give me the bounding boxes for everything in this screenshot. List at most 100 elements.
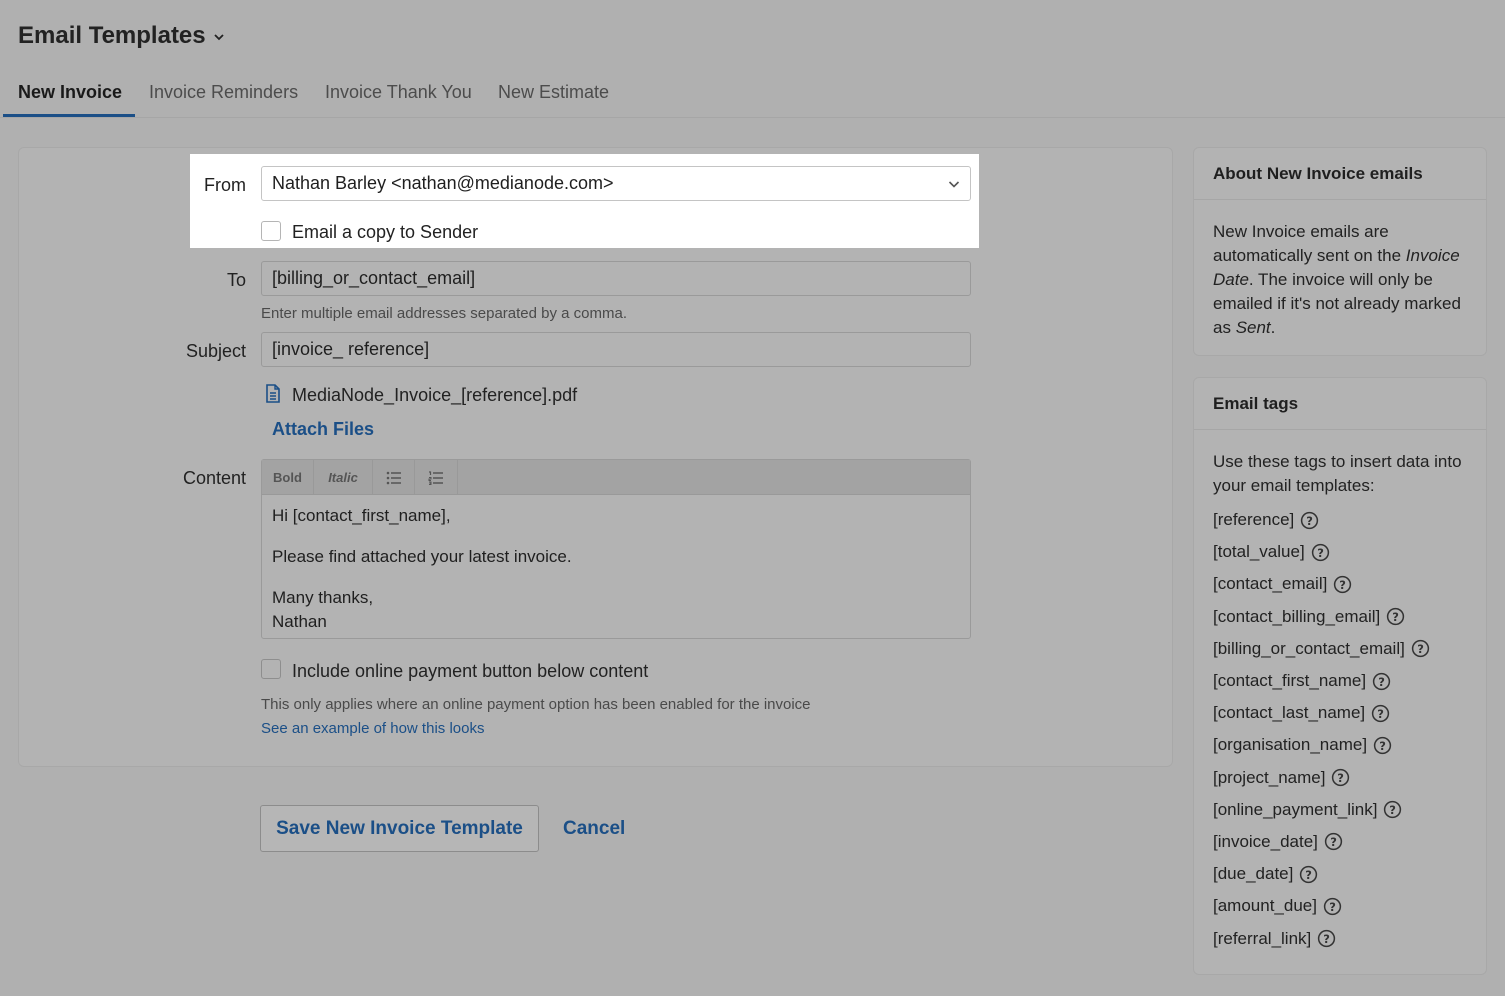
- tag-name: [organisation_name]: [1213, 735, 1368, 755]
- payment-button-checkbox[interactable]: [261, 659, 281, 679]
- payment-hint: This only applies where an online paymen…: [261, 696, 811, 713]
- tag-item[interactable]: [online_payment_link]?: [1213, 794, 1467, 826]
- tag-item[interactable]: [project_name]?: [1213, 762, 1467, 794]
- about-card: About New Invoice emails New Invoice ema…: [1193, 147, 1487, 356]
- help-icon[interactable]: ?: [1311, 543, 1330, 562]
- svg-text:?: ?: [1377, 706, 1384, 720]
- page-title: Email Templates: [18, 22, 206, 49]
- svg-text:?: ?: [1392, 610, 1399, 624]
- svg-text:?: ?: [1378, 674, 1385, 688]
- svg-text:?: ?: [1306, 867, 1313, 881]
- tag-item[interactable]: [due_date]?: [1213, 858, 1467, 890]
- italic-button[interactable]: Italic: [314, 460, 373, 495]
- tab-new-estimate[interactable]: New Estimate: [498, 82, 609, 117]
- from-select-value: Nathan Barley <nathan@medianode.com>: [272, 173, 614, 193]
- about-text-emphasis: Sent: [1235, 318, 1271, 337]
- tag-item[interactable]: [contact_email]?: [1213, 568, 1467, 600]
- from-select[interactable]: Nathan Barley <nathan@medianode.com>: [261, 166, 971, 201]
- svg-text:?: ?: [1329, 900, 1336, 914]
- copy-sender-label: Email a copy to Sender: [292, 222, 479, 242]
- svg-text:?: ?: [1323, 932, 1330, 946]
- tag-item[interactable]: [contact_billing_email]?: [1213, 601, 1467, 633]
- about-text: New Invoice emails are automatically sen…: [1194, 200, 1486, 340]
- help-icon[interactable]: ?: [1317, 929, 1336, 948]
- tag-name: [total_value]: [1213, 542, 1305, 562]
- chevron-down-icon: [948, 181, 960, 188]
- editor-body[interactable]: Hi [contact_first_name], Please find att…: [272, 504, 572, 634]
- email-tags-body: Use these tags to insert data into your …: [1194, 430, 1486, 955]
- tag-name: [contact_first_name]: [1213, 671, 1367, 691]
- page-header[interactable]: Email Templates: [18, 22, 224, 50]
- bold-button[interactable]: Bold: [262, 460, 314, 495]
- tag-name: [contact_email]: [1213, 574, 1328, 594]
- numbered-list-button[interactable]: [415, 460, 458, 495]
- help-icon[interactable]: ?: [1299, 865, 1318, 884]
- svg-text:?: ?: [1390, 803, 1397, 817]
- svg-text:?: ?: [1379, 739, 1386, 753]
- editor-toolbar: Bold Italic: [262, 460, 970, 495]
- tag-name: [billing_or_contact_email]: [1213, 638, 1405, 658]
- content-label: Content: [182, 468, 246, 488]
- about-text-part: New Invoice emails are automatically sen…: [1213, 222, 1406, 265]
- subject-label: Subject: [185, 341, 246, 361]
- tag-item[interactable]: [referral_link]?: [1213, 922, 1467, 954]
- tag-item[interactable]: [total_value]?: [1213, 536, 1467, 568]
- bullet-list-button[interactable]: [373, 460, 415, 495]
- tag-name: [due_date]: [1213, 864, 1294, 884]
- svg-text:?: ?: [1417, 642, 1424, 656]
- help-icon[interactable]: ?: [1386, 607, 1405, 626]
- document-icon: [266, 384, 280, 403]
- tag-name: [contact_last_name]: [1213, 703, 1366, 723]
- to-hint: Enter multiple email addresses separated…: [261, 305, 628, 322]
- tab-new-invoice[interactable]: New Invoice: [18, 82, 122, 117]
- help-icon[interactable]: ?: [1300, 511, 1319, 530]
- svg-text:?: ?: [1338, 771, 1345, 785]
- help-icon[interactable]: ?: [1323, 897, 1342, 916]
- tag-name: [contact_billing_email]: [1213, 606, 1381, 626]
- tag-name: [amount_due]: [1213, 896, 1317, 916]
- help-icon[interactable]: ?: [1411, 639, 1430, 658]
- tag-item[interactable]: [organisation_name]?: [1213, 729, 1467, 761]
- help-icon[interactable]: ?: [1371, 704, 1390, 723]
- tab-invoice-thank-you[interactable]: Invoice Thank You: [325, 82, 472, 117]
- email-tags-card: Email tags Use these tags to insert data…: [1193, 377, 1487, 975]
- svg-text:?: ?: [1317, 546, 1324, 560]
- payment-button-label: Include online payment button below cont…: [292, 661, 649, 681]
- content-line: Hi [contact_first_name],: [272, 506, 451, 525]
- email-tags-intro: Use these tags to insert data into your …: [1213, 452, 1462, 495]
- copy-sender-checkbox[interactable]: [261, 221, 281, 241]
- tag-item[interactable]: [contact_last_name]?: [1213, 697, 1467, 729]
- help-icon[interactable]: ?: [1383, 800, 1402, 819]
- tag-item[interactable]: [invoice_date]?: [1213, 826, 1467, 858]
- tag-item[interactable]: [amount_due]?: [1213, 890, 1467, 922]
- tag-item[interactable]: [reference]?: [1213, 504, 1467, 536]
- from-label: From: [204, 175, 246, 195]
- svg-text:?: ?: [1330, 835, 1337, 849]
- content-line: Please find attached your latest invoice…: [272, 547, 572, 566]
- help-icon[interactable]: ?: [1372, 672, 1391, 691]
- tag-item[interactable]: [billing_or_contact_email]?: [1213, 633, 1467, 665]
- attachment-filename[interactable]: MediaNode_Invoice_[reference].pdf: [292, 385, 577, 406]
- tag-name: [referral_link]: [1213, 928, 1312, 948]
- tag-name: [project_name]: [1213, 767, 1326, 787]
- about-text-part: .: [1270, 318, 1276, 337]
- tag-item[interactable]: [contact_first_name]?: [1213, 665, 1467, 697]
- save-template-button[interactable]: Save New Invoice Template: [260, 805, 539, 852]
- chevron-down-icon: [214, 34, 224, 41]
- help-icon[interactable]: ?: [1373, 736, 1392, 755]
- svg-text:?: ?: [1306, 513, 1313, 527]
- example-link[interactable]: See an example of how this looks: [261, 720, 484, 737]
- email-tags-title: Email tags: [1194, 378, 1486, 430]
- cancel-link[interactable]: Cancel: [563, 818, 625, 840]
- subject-input[interactable]: [invoice_ reference]: [261, 332, 971, 367]
- tab-invoice-reminders[interactable]: Invoice Reminders: [149, 82, 298, 117]
- template-tabs: New Invoice Invoice Reminders Invoice Th…: [0, 74, 1505, 118]
- attach-files-link[interactable]: Attach Files: [272, 419, 374, 440]
- active-tab-indicator: [3, 114, 135, 117]
- help-icon[interactable]: ?: [1333, 575, 1352, 594]
- help-icon[interactable]: ?: [1331, 768, 1350, 787]
- to-input[interactable]: [billing_or_contact_email]: [261, 261, 971, 296]
- tag-list: [reference]? [total_value]? [contact_email…: [1213, 504, 1467, 955]
- content-editor[interactable]: Bold Italic Hi [contact_first_name], Ple…: [261, 459, 971, 639]
- help-icon[interactable]: ?: [1324, 832, 1343, 851]
